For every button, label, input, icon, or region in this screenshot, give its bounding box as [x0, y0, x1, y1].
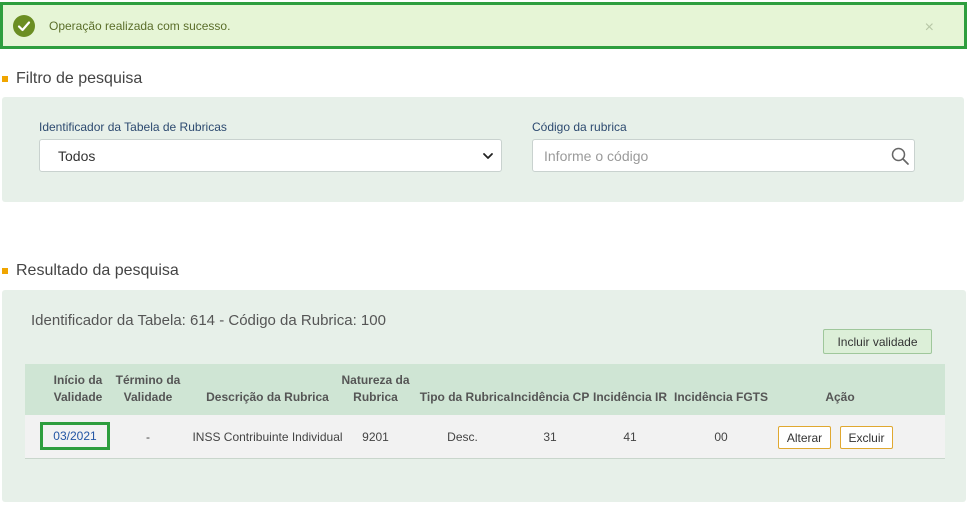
bullet-icon [2, 268, 8, 274]
code-placeholder: Informe o código [544, 147, 649, 164]
results-title-text: Resultado da pesquisa [16, 262, 179, 279]
results-heading: Identificador da Tabela: 614 - Código da… [31, 312, 386, 329]
col-description: Descrição da Rubrica [206, 390, 329, 404]
chevron-down-icon [481, 149, 495, 166]
check-circle-icon [13, 14, 35, 37]
filter-section-title: Filtro de pesquisa [2, 70, 142, 88]
table-id-selected-value: Todos [58, 147, 96, 164]
delete-button[interactable]: Excluir [840, 426, 893, 449]
search-icon[interactable] [890, 146, 910, 169]
code-search-input[interactable]: Informe o código [532, 139, 915, 172]
col-end-validity: Término da Validade [115, 373, 181, 404]
cell-end-validity: - [146, 430, 150, 444]
edit-button[interactable]: Alterar [778, 426, 831, 449]
success-alert: Operação realizada com sucesso. × [0, 2, 967, 49]
cell-type: Desc. [447, 430, 478, 444]
table-header: Início da Validade Término da Validade Des… [25, 364, 945, 415]
col-type: Tipo da Rubrica [419, 390, 511, 404]
cell-nature: 9201 [362, 430, 389, 444]
results-panel: Identificador da Tabela: 614 - Código da… [2, 290, 966, 502]
filter-panel: Identificador da Tabela de Rubricas Todo… [2, 97, 964, 202]
bullet-icon [2, 76, 8, 82]
add-validity-button[interactable]: Incluir validade [823, 329, 932, 354]
cell-incidence-ir: 41 [623, 430, 637, 444]
code-label: Código da rubrica [532, 120, 627, 134]
alert-message: Operação realizada com sucesso. [49, 18, 231, 33]
filter-title-text: Filtro de pesquisa [16, 70, 143, 87]
col-action: Ação [825, 390, 855, 404]
table-row: 03/2021 - INSS Contribuinte Individual 9… [25, 415, 945, 459]
cell-incidence-fgts: 00 [714, 430, 728, 444]
col-incidence-fgts: Incidência FGTS [673, 390, 769, 404]
cell-description: INSS Contribuinte Individual [192, 430, 343, 444]
col-nature: Natureza da Rubrica [341, 373, 410, 404]
col-incidence-cp: Incidência CP [510, 390, 590, 404]
col-incidence-ir: Incidência IR [592, 390, 668, 404]
close-icon[interactable]: × [925, 19, 934, 37]
start-validity-link[interactable]: 03/2021 [40, 422, 110, 450]
cell-incidence-cp: 31 [543, 430, 557, 444]
table-id-select[interactable]: Todos [39, 139, 502, 172]
table-id-label: Identificador da Tabela de Rubricas [39, 120, 227, 134]
results-section-title: Resultado da pesquisa [2, 262, 179, 280]
col-start-validity: Início da Validade [53, 373, 103, 404]
